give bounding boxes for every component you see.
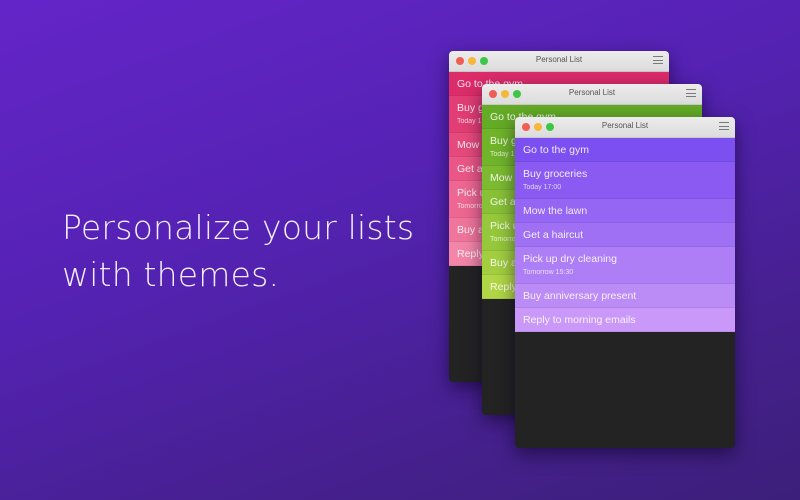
- task-due-date: Today 17:00: [523, 184, 562, 191]
- task-title: Reply to morning emails: [523, 314, 636, 326]
- hamburger-menu-icon[interactable]: [686, 89, 696, 99]
- task-item[interactable]: Reply to morning emails: [515, 308, 735, 332]
- task-item[interactable]: Pick up dry cleaning Tomorrow 15:30: [515, 247, 735, 284]
- window-purple-theme[interactable]: Personal List Go to the gym Buy groceries…: [515, 117, 735, 448]
- task-title: Go to the gym: [523, 144, 589, 156]
- task-due-date: Tomorrow 15:30: [523, 269, 574, 276]
- hamburger-menu-icon[interactable]: [719, 122, 729, 132]
- title-bar[interactable]: Personal List: [482, 84, 702, 105]
- task-item[interactable]: Go to the gym: [515, 138, 735, 162]
- title-bar[interactable]: Personal List: [515, 117, 735, 138]
- hamburger-menu-icon[interactable]: [653, 56, 663, 66]
- window-title: Personal List: [568, 88, 616, 97]
- task-title: Buy anniversary present: [523, 290, 637, 302]
- headline-line-1: Personalize your lists: [62, 208, 415, 247]
- window-title: Personal List: [535, 55, 583, 64]
- task-title: Pick up dry cleaning: [523, 253, 617, 265]
- task-item[interactable]: Get a haircut: [515, 223, 735, 247]
- task-title: Mow the lawn: [523, 205, 588, 217]
- headline-line-2: with themes.: [62, 255, 280, 294]
- task-title: Get a haircut: [523, 229, 584, 241]
- task-item[interactable]: Buy groceries Today 17:00: [515, 162, 735, 199]
- task-item[interactable]: Mow the lawn: [515, 199, 735, 223]
- task-item[interactable]: Buy anniversary present: [515, 284, 735, 308]
- title-bar[interactable]: Personal List: [449, 51, 669, 72]
- task-title: Buy groceries: [523, 168, 588, 180]
- task-list: Go to the gym Buy groceries Today 17:00 Mow…: [515, 138, 735, 332]
- window-title: Personal List: [601, 121, 649, 130]
- headline: Personalize your lists with themes.: [62, 204, 414, 298]
